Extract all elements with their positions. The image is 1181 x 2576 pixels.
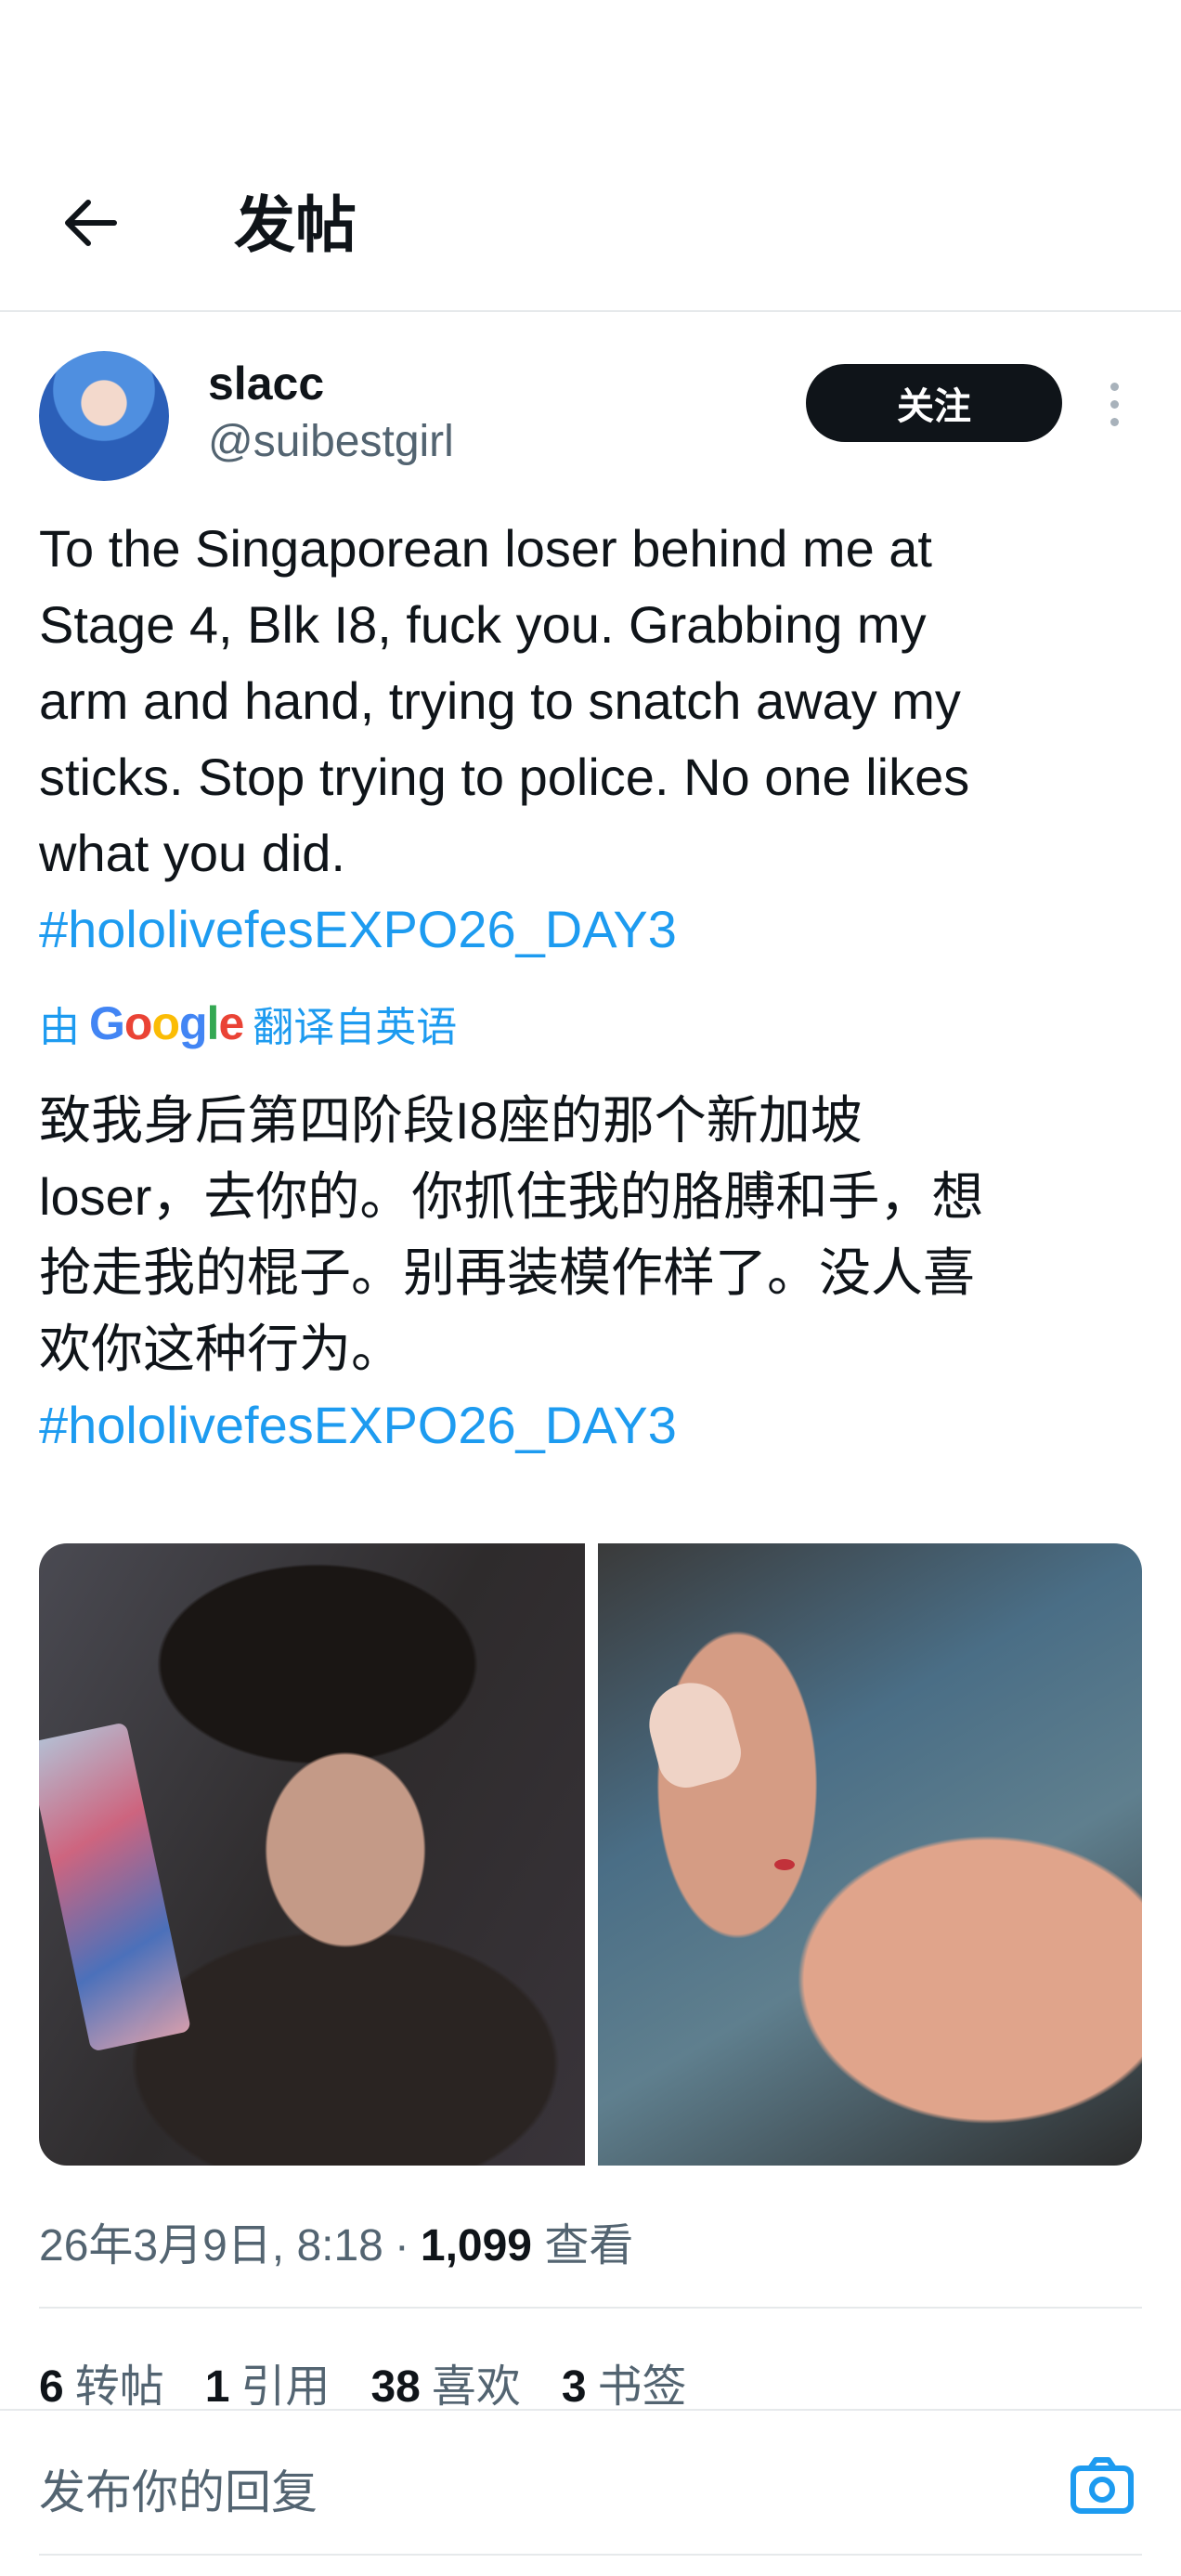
tweet-text: To the Singaporean loser behind me at St…: [39, 511, 1153, 968]
stat-bookmarks[interactable]: 3 书签: [562, 2349, 687, 2414]
tweet-body: To the Singaporean loser behind me at St…: [39, 519, 970, 882]
translated-body: 致我身后第四阶段I8座的那个新加坡 loser，去你的。你抓住我的胳膊和手，想 …: [39, 1091, 984, 1378]
reply-bar: 发布你的回复: [0, 2409, 1181, 2576]
stat-quotes[interactable]: 1 引用: [205, 2349, 331, 2414]
translation-suffix: 翻译自英语: [253, 1005, 458, 1050]
tweet-stats: 6 转帖 1 引用 38 喜欢 3 书签: [39, 2349, 687, 2414]
top-bar: 发帖: [0, 0, 1181, 312]
tweet-hashtag[interactable]: #hololivefesEXPO26_DAY3: [39, 900, 677, 958]
tweet-photo-2[interactable]: [598, 1543, 1142, 2166]
more-vertical-icon[interactable]: [1094, 371, 1135, 436]
page-title: 发帖: [234, 190, 357, 259]
reply-underline: [39, 2554, 1142, 2556]
arrow-left-icon: [65, 200, 117, 246]
meta-separator: ·: [394, 2221, 409, 2270]
translated-hashtag[interactable]: #hololivefesEXPO26_DAY3: [39, 1396, 677, 1454]
stat-reposts[interactable]: 6 转帖: [39, 2349, 164, 2414]
back-button[interactable]: [48, 186, 132, 260]
follow-button[interactable]: 关注: [806, 364, 1062, 442]
camera-icon[interactable]: [1068, 2452, 1136, 2520]
views-count: 1,099: [420, 2221, 532, 2270]
avatar[interactable]: [39, 351, 169, 481]
translation-attribution[interactable]: 由 Google 翻译自英语: [39, 994, 457, 1053]
translated-text: 致我身后第四阶段I8座的那个新加坡 loser，去你的。你抓住我的胳膊和手，想 …: [39, 1083, 1153, 1464]
translation-prefix: 由: [39, 1005, 80, 1050]
author-handle[interactable]: @suibestgirl: [208, 416, 454, 467]
google-logo: Google: [89, 997, 244, 1049]
divider: [39, 2307, 1142, 2309]
tweet-meta: 26年3月9日, 8:18 · 1,099 查看: [39, 2208, 633, 2273]
tweet-datetime[interactable]: 26年3月9日, 8:18: [39, 2208, 383, 2273]
tweet-photo-1[interactable]: [39, 1543, 585, 2166]
author-name[interactable]: slacc: [208, 357, 324, 410]
views-label: 查看: [544, 2221, 634, 2270]
reply-input[interactable]: 发布你的回复: [39, 2455, 318, 2522]
stat-likes[interactable]: 38 喜欢: [370, 2349, 520, 2414]
